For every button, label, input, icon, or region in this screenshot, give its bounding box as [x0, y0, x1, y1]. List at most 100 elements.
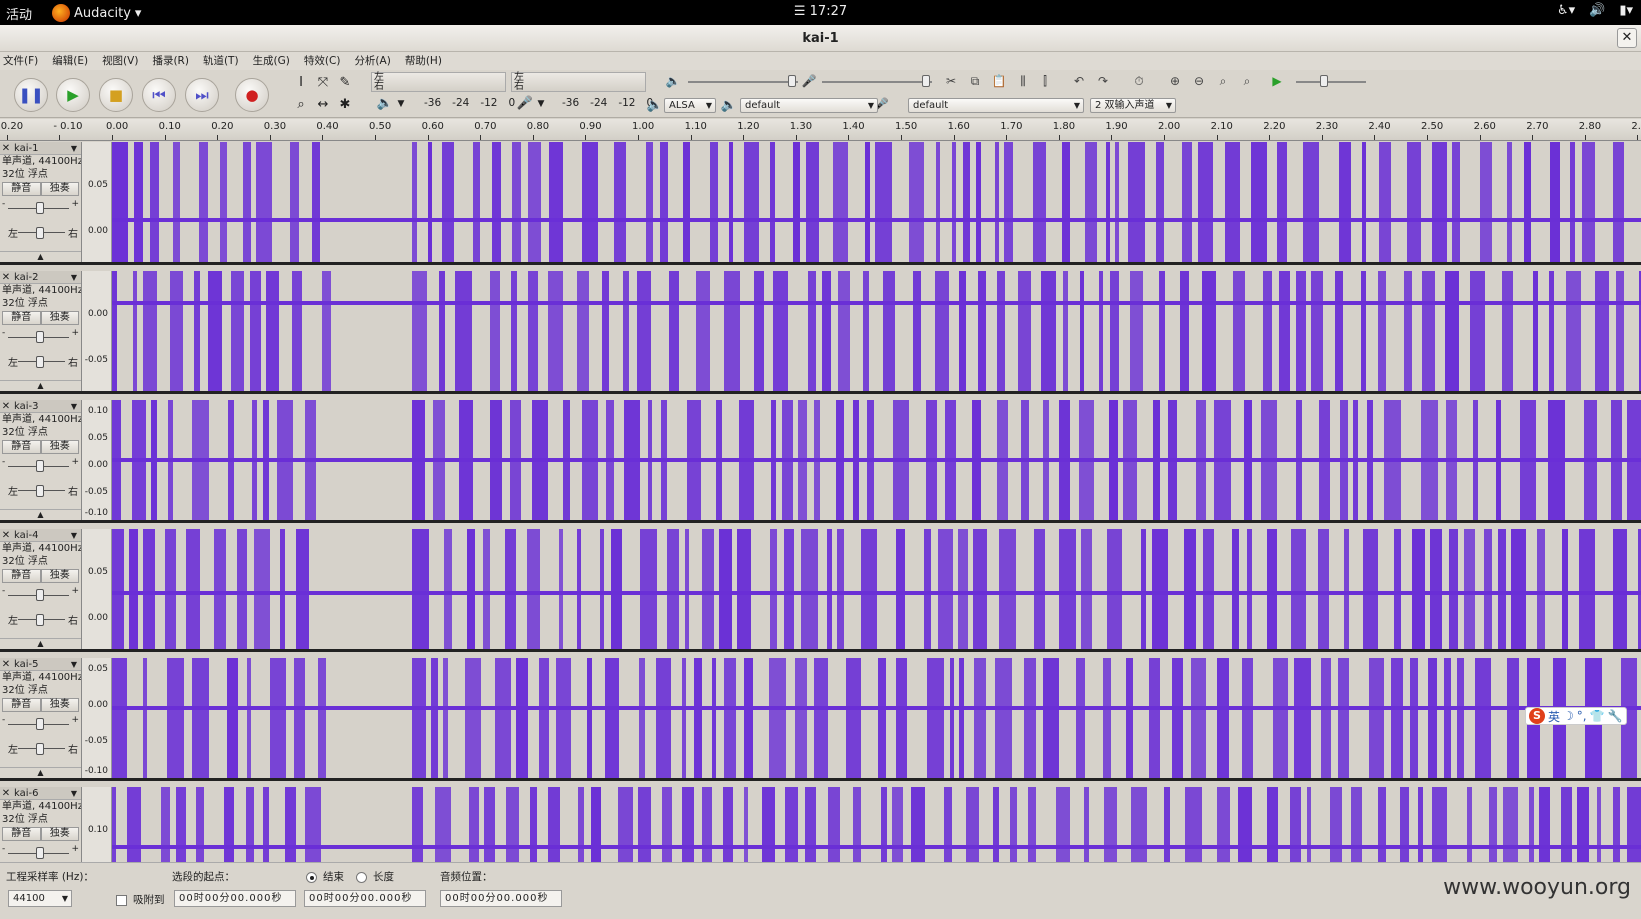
wrench-icon[interactable]: 🔧 — [1608, 709, 1623, 723]
mute-button[interactable]: 静音 — [2, 440, 41, 454]
audio-position-time[interactable]: 00时00分00.000秒 — [440, 890, 562, 907]
skip-start-button[interactable]: ⏮ — [142, 78, 176, 112]
track-header[interactable]: ✕ kai-6 ▼ — [0, 787, 81, 800]
mute-button[interactable]: 静音 — [2, 698, 41, 712]
pan-slider[interactable]: 左右 — [0, 479, 81, 503]
track-control-panel[interactable]: ✕ kai-2 ▼ 单声道, 44100Hz 32位 浮点 静音 独奏 - + 左右 ▲ — [0, 271, 82, 391]
track-header[interactable]: ✕ kai-3 ▼ — [0, 400, 81, 413]
selection-end-time[interactable]: 00时00分00.000秒 — [304, 890, 426, 907]
play-speed-slider[interactable] — [1296, 75, 1366, 87]
close-track-icon[interactable]: ✕ — [0, 659, 12, 670]
track-menu-chevron-icon[interactable]: ▼ — [67, 789, 81, 798]
close-window-button[interactable]: ✕ — [1617, 28, 1637, 48]
menu-transport[interactable]: 播录(R) — [152, 52, 189, 70]
gain-slider[interactable]: - + — [0, 326, 81, 350]
track-header[interactable]: ✕ kai-1 ▼ — [0, 142, 81, 155]
output-volume-slider[interactable] — [688, 75, 798, 87]
shirt-icon[interactable]: 👕 — [1590, 709, 1605, 723]
mute-button[interactable]: 静音 — [2, 182, 41, 196]
silence-icon[interactable]: ⫿ — [1036, 72, 1054, 90]
selection-start-time[interactable]: 00时00分00.000秒 — [174, 890, 296, 907]
track-header[interactable]: ✕ kai-4 ▼ — [0, 529, 81, 542]
menu-generate[interactable]: 生成(G) — [253, 52, 290, 70]
input-volume-slider[interactable] — [822, 75, 932, 87]
skip-end-button[interactable]: ⏭ — [185, 78, 219, 112]
close-track-icon[interactable]: ✕ — [0, 788, 12, 799]
menu-help[interactable]: 帮助(H) — [405, 52, 442, 70]
menu-tracks[interactable]: 轨道(T) — [203, 52, 239, 70]
multi-tool-icon[interactable]: ✱ — [336, 96, 354, 114]
menu-analyze[interactable]: 分析(A) — [354, 52, 390, 70]
zoom-out-icon[interactable]: ⊖ — [1190, 72, 1208, 90]
close-track-icon[interactable]: ✕ — [0, 272, 12, 283]
copy-icon[interactable]: ⧉ — [966, 72, 984, 90]
redo-icon[interactable]: ↷ — [1094, 72, 1112, 90]
waveform[interactable] — [112, 658, 1641, 778]
track-header[interactable]: ✕ kai-5 ▼ — [0, 658, 81, 671]
collapse-track-icon[interactable]: ▲ — [0, 251, 81, 261]
fit-project-icon[interactable]: ⌕ — [1238, 72, 1256, 90]
draw-tool-icon[interactable]: ✎ — [336, 74, 354, 92]
close-track-icon[interactable]: ✕ — [0, 530, 12, 541]
gain-slider[interactable]: - + — [0, 842, 81, 862]
stop-button[interactable]: ■ — [99, 78, 133, 112]
close-track-icon[interactable]: ✕ — [0, 143, 12, 154]
play-at-speed-icon[interactable]: ▶ — [1268, 72, 1286, 90]
record-button[interactable]: ● — [235, 78, 269, 112]
trim-icon[interactable]: ⫼ — [1014, 72, 1032, 90]
audio-host-select[interactable]: ALSA ▼ — [664, 98, 716, 113]
track-control-panel[interactable]: ✕kai-6▼单声道, 44100Hz32位 浮点静音独奏-+左右▲ — [0, 787, 82, 862]
timeline-ruler[interactable]: 0.20 - 0.10 0.00 0.10 0.20 0.30 0.40 0.50 0.60 0.… — [0, 119, 1641, 141]
track-control-panel[interactable]: ✕ kai-4 ▼ 单声道, 44100Hz 32位 浮点 静音 独奏 - + 左右 ▲ — [0, 529, 82, 649]
pause-button[interactable]: ❚❚ — [14, 78, 48, 112]
snap-to-checkbox[interactable]: 吸附到 — [116, 892, 165, 907]
collapse-track-icon[interactable]: ▲ — [0, 380, 81, 390]
waveform[interactable] — [112, 400, 1641, 520]
punctuation-icon[interactable]: °, — [1577, 709, 1587, 723]
close-track-icon[interactable]: ✕ — [0, 401, 12, 412]
collapse-track-icon[interactable]: ▲ — [0, 509, 81, 519]
recording-channels-select[interactable]: 2 双输入声道 ▼ — [1090, 98, 1176, 113]
length-radio[interactable]: 长度 — [356, 869, 394, 884]
solo-button[interactable]: 独奏 — [40, 569, 79, 583]
pan-slider[interactable]: 左右 — [0, 737, 81, 761]
track-control-panel[interactable]: ✕ kai-1 ▼ 单声道, 44100Hz 32位 浮点 静音 独奏 - + 左右 ▲ — [0, 142, 82, 262]
zoom-tool-icon[interactable]: ⌕ — [292, 96, 310, 114]
collapse-track-icon[interactable]: ▲ — [0, 638, 81, 648]
playback-device-select[interactable]: default ▼ — [740, 98, 878, 113]
gain-slider[interactable]: - + — [0, 197, 81, 221]
app-menu-button[interactable]: Audacity ▾ — [52, 4, 141, 22]
track-menu-chevron-icon[interactable]: ▼ — [67, 660, 81, 669]
recording-device-select[interactable]: default ▼ — [908, 98, 1084, 113]
track-menu-chevron-icon[interactable]: ▼ — [67, 273, 81, 282]
solo-button[interactable]: 独奏 — [40, 827, 79, 841]
pan-slider[interactable]: 左右 — [0, 608, 81, 632]
envelope-tool-icon[interactable]: ⤧ — [314, 74, 332, 92]
paste-icon[interactable]: 📋 — [990, 72, 1008, 90]
track-header[interactable]: ✕ kai-2 ▼ — [0, 271, 81, 284]
volume-icon[interactable]: 🔊 — [1589, 3, 1605, 18]
ime-toolbar[interactable]: S 英 ☽ °, 👕 🔧 — [1525, 707, 1627, 725]
solo-button[interactable]: 独奏 — [40, 698, 79, 712]
waveform[interactable] — [112, 529, 1641, 649]
mute-button[interactable]: 静音 — [2, 569, 41, 583]
playback-meter[interactable]: 左右 — [371, 72, 506, 92]
menu-edit[interactable]: 编辑(E) — [52, 52, 88, 70]
moon-icon[interactable]: ☽ — [1563, 709, 1574, 723]
battery-icon[interactable]: ▮▾ — [1619, 3, 1633, 18]
fit-selection-icon[interactable]: ⌕ — [1214, 72, 1232, 90]
menu-effect[interactable]: 特效(C) — [304, 52, 341, 70]
undo-icon[interactable]: ↶ — [1070, 72, 1088, 90]
menu-file[interactable]: 文件(F) — [3, 52, 38, 70]
ime-language[interactable]: 英 — [1548, 708, 1560, 725]
timeshift-tool-icon[interactable]: ↔ — [314, 96, 332, 114]
zoom-in-icon[interactable]: ⊕ — [1166, 72, 1184, 90]
waveform[interactable] — [112, 787, 1641, 862]
gain-slider[interactable]: - + — [0, 713, 81, 737]
track-control-panel[interactable]: ✕ kai-3 ▼ 单声道, 44100Hz 32位 浮点 静音 独奏 - + 左右 ▲ — [0, 400, 82, 520]
collapse-track-icon[interactable]: ▲ — [0, 767, 81, 777]
record-meter[interactable]: 左右 — [511, 72, 646, 92]
cut-icon[interactable]: ✂ — [942, 72, 960, 90]
mute-button[interactable]: 静音 — [2, 827, 41, 841]
track-menu-chevron-icon[interactable]: ▼ — [67, 144, 81, 153]
